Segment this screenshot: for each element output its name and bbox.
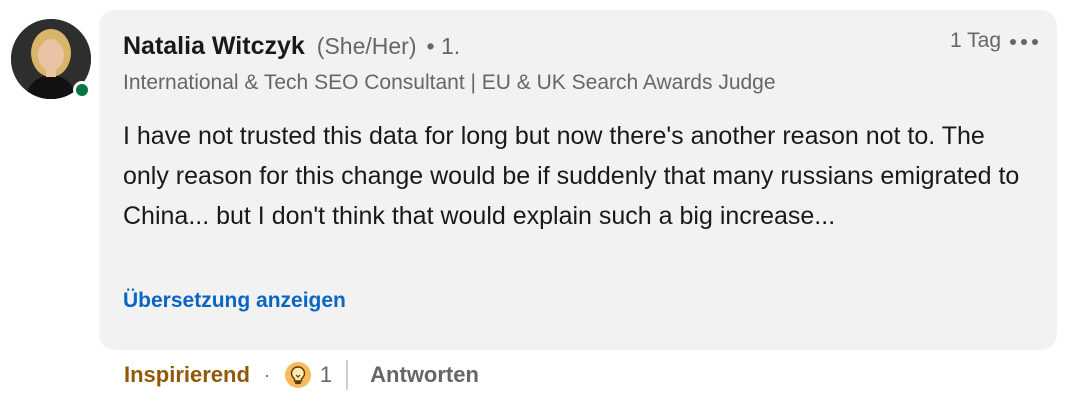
ellipsis-icon[interactable] <box>1009 36 1039 48</box>
comment-timestamp: 1 Tag <box>950 29 1001 52</box>
comment-text: I have not trusted this data for long bu… <box>123 122 1020 230</box>
online-status-indicator <box>73 81 91 99</box>
avatar[interactable] <box>11 19 91 99</box>
separator-dot: · <box>263 364 270 385</box>
lightbulb-icon[interactable] <box>284 361 312 389</box>
author-name[interactable]: Natalia Witczyk <box>123 32 305 61</box>
author-pronouns: (She/Her) <box>316 33 417 59</box>
comment-box: Natalia Witczyk (She/Her) • 1. Internati… <box>99 10 1057 350</box>
author-row: Natalia Witczyk (She/Her) • 1. <box>123 32 460 61</box>
author-headline: International & Tech SEO Consultant | EU… <box>123 71 776 94</box>
connection-degree: • 1. <box>426 33 461 59</box>
reply-button[interactable]: Antworten <box>370 362 479 388</box>
reaction-button[interactable]: Inspirierend <box>124 362 250 388</box>
action-divider <box>346 360 349 390</box>
reaction-count[interactable]: 1 <box>320 362 332 388</box>
show-translation-link[interactable]: Übersetzung anzeigen <box>123 289 346 313</box>
comment-action-bar: Inspirierend · 1 Antworten <box>124 358 479 392</box>
